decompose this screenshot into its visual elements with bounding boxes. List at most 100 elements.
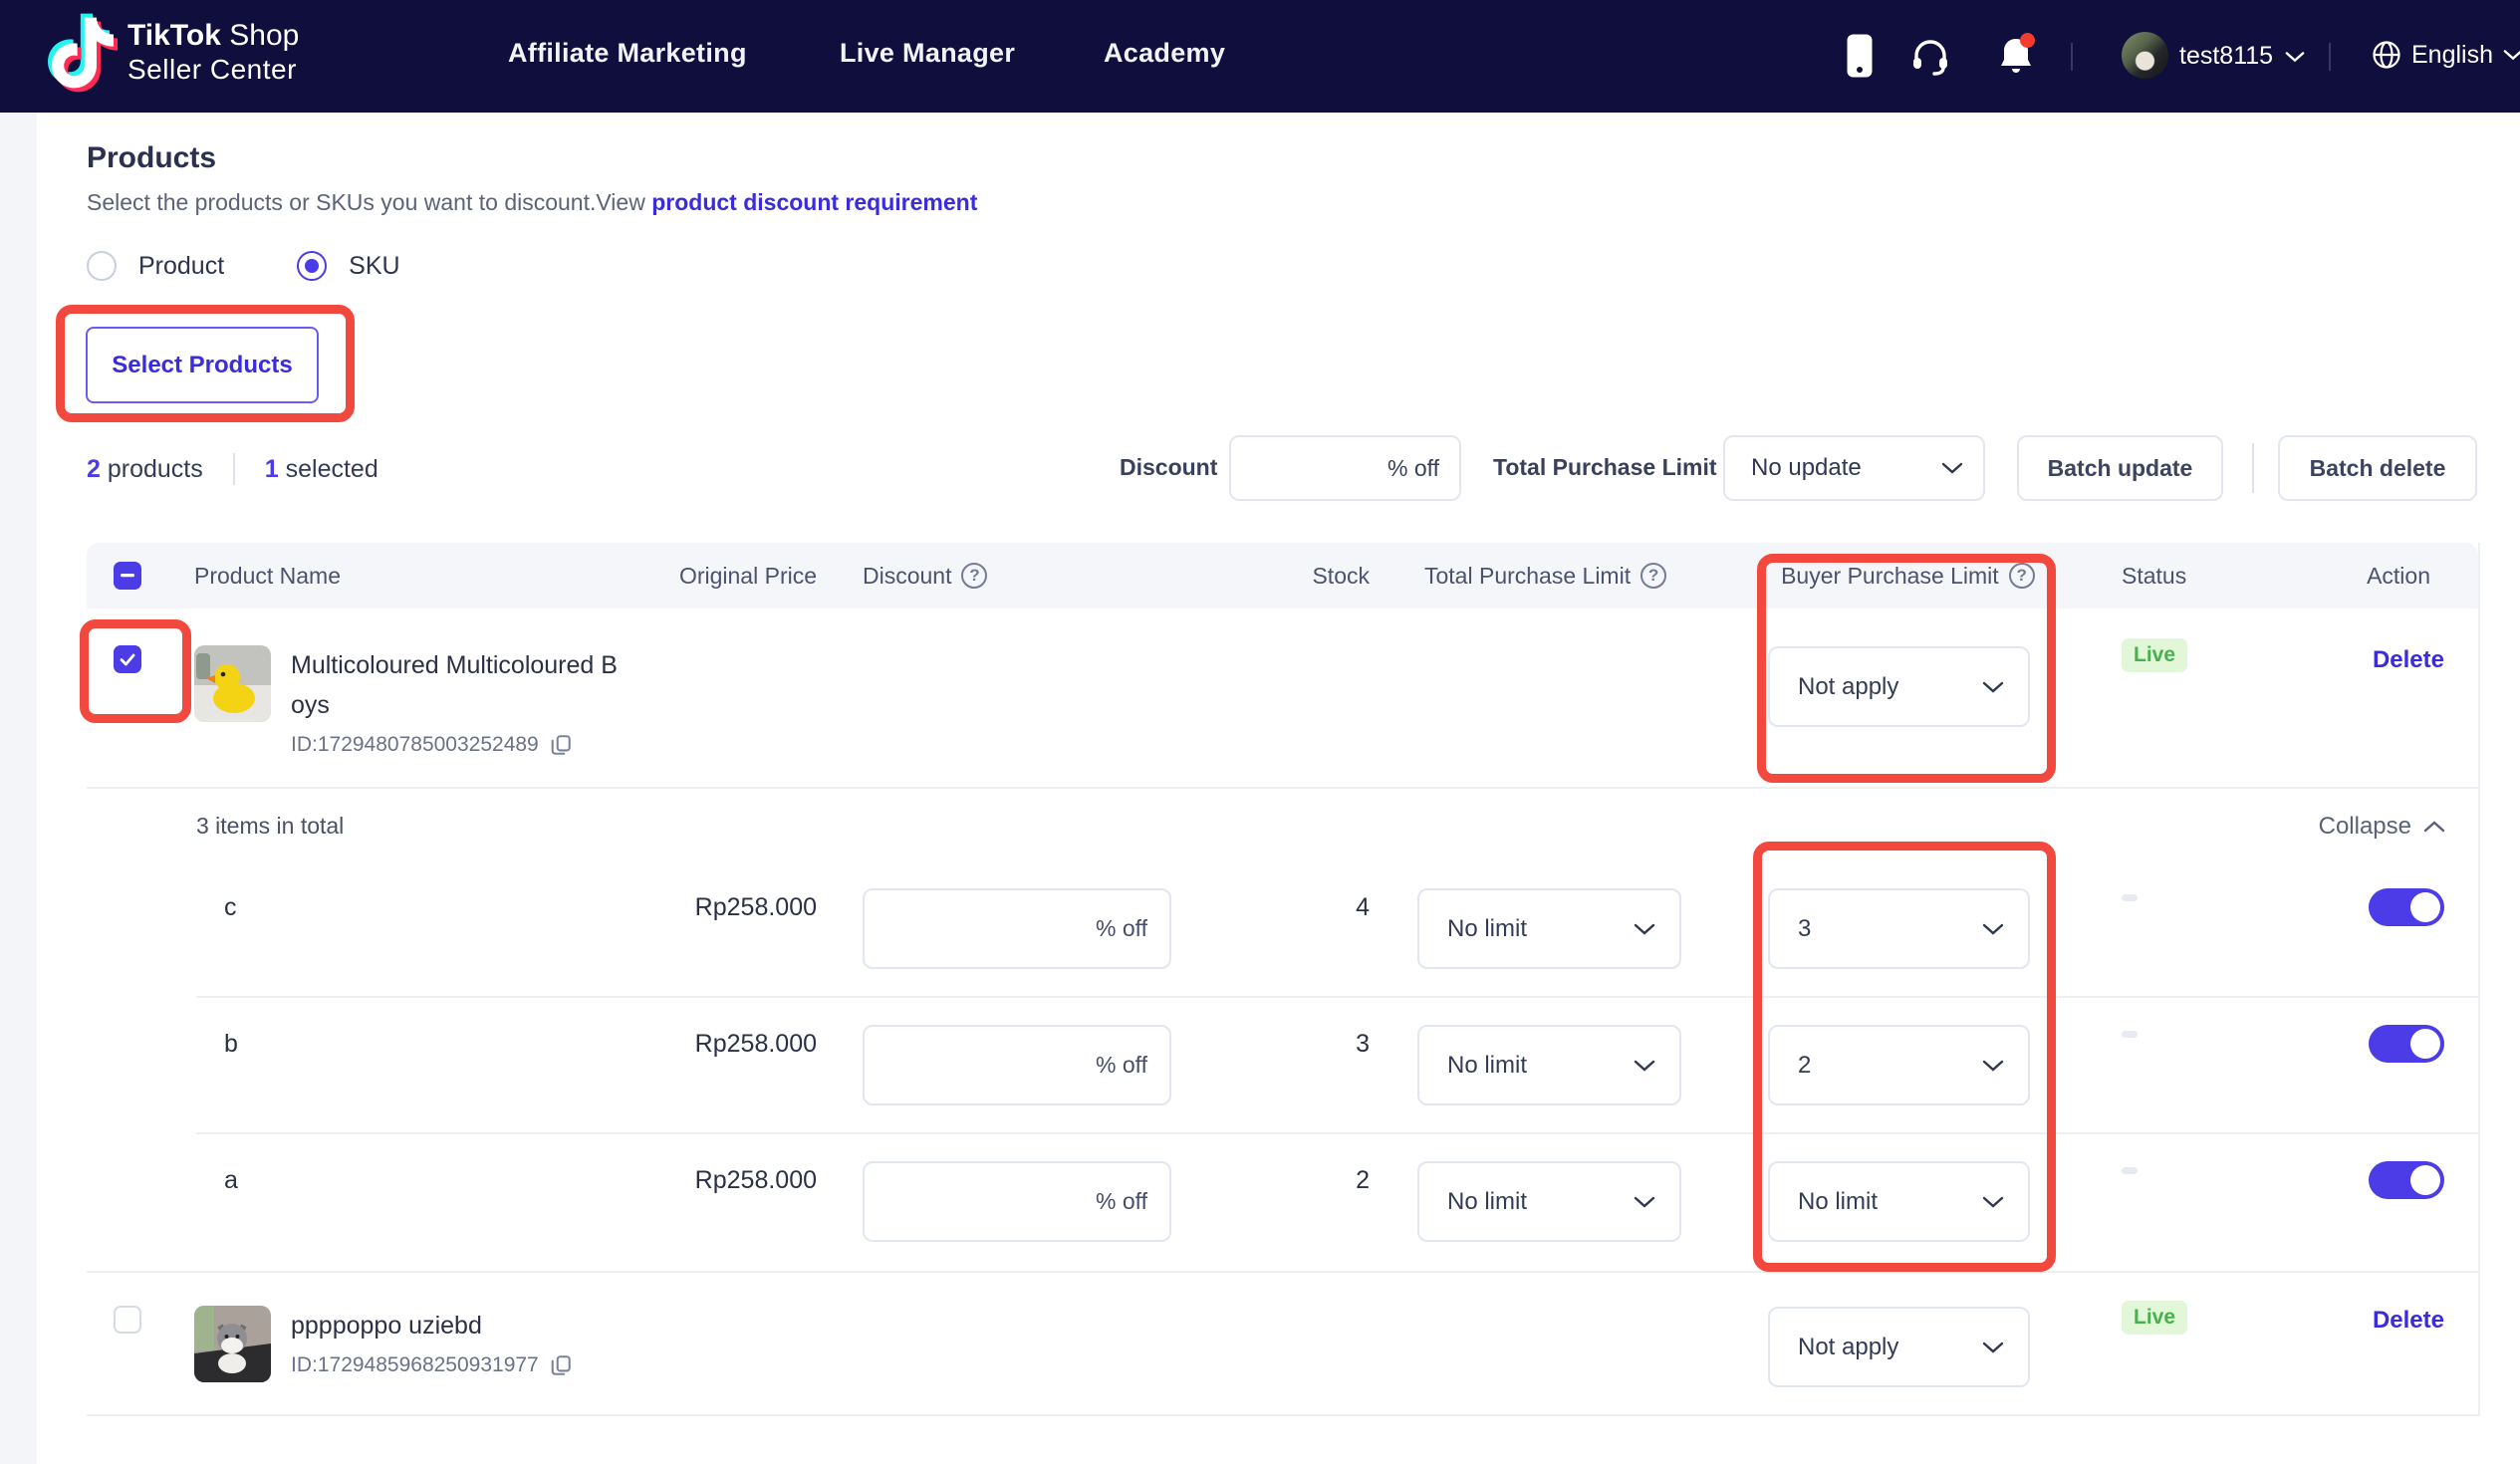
product-image-cat: [194, 1306, 271, 1382]
sku-row-c: c Rp258.000 % off 4 No limit 3: [87, 861, 2478, 998]
row2-delete-link[interactable]: Delete: [2373, 1307, 2444, 1334]
chevron-down-icon: [1941, 462, 1963, 474]
product-name: Multicoloured Multicoloured Boys: [291, 645, 626, 725]
col-discount: Discount: [863, 563, 951, 590]
row2-checkbox[interactable]: [114, 1306, 141, 1334]
col-buyer-purchase-limit: Buyer Purchase Limit: [1781, 563, 1999, 590]
sku-original-price: Rp258.000: [675, 861, 827, 922]
product-image-duck: [194, 645, 271, 722]
page-title: Products: [87, 141, 216, 175]
headset-icon[interactable]: [1907, 33, 1953, 79]
col-original-price: Original Price: [675, 563, 827, 590]
mobile-device-icon[interactable]: [1837, 33, 1883, 79]
tiktok-shop-logo[interactable]: TikTok Shop Seller Center: [52, 16, 299, 90]
total-purchase-limit-label: Total Purchase Limit: [1493, 454, 1717, 481]
row1-delete-link[interactable]: Delete: [2373, 646, 2444, 673]
select-all-checkbox[interactable]: [114, 562, 141, 590]
sku-b-enabled-toggle[interactable]: [2369, 1025, 2444, 1063]
sku-row-b: b Rp258.000 % off 3 No limit 2: [87, 998, 2478, 1134]
nav-academy[interactable]: Academy: [1104, 38, 1225, 69]
sku-b-buyer-limit-select[interactable]: 2: [1768, 1025, 2030, 1105]
nav-live-manager[interactable]: Live Manager: [840, 38, 1015, 69]
sku-name: b: [87, 998, 675, 1059]
status-badge: Live: [2122, 1301, 2187, 1335]
chevron-down-icon: [1982, 923, 2004, 935]
total-purchase-limit-help-icon[interactable]: ?: [1640, 563, 1666, 589]
sku-original-price: Rp258.000: [675, 1134, 827, 1195]
col-product-name: Product Name: [194, 563, 675, 590]
product-discount-requirement-link[interactable]: product discount requirement: [651, 189, 977, 215]
product-sku-radio-group: Product SKU: [87, 251, 400, 281]
chevron-down-icon: [1982, 1060, 2004, 1072]
copy-icon[interactable]: [549, 1353, 573, 1377]
radio-product-label[interactable]: Product: [138, 252, 224, 281]
product-id: ID:1729485968250931977: [291, 1353, 539, 1377]
chevron-down-icon: [1982, 1342, 2004, 1353]
table-row-product-1: Multicoloured Multicoloured Boys ID:1729…: [87, 609, 2478, 789]
collapse-toggle[interactable]: Collapse: [2319, 813, 2445, 841]
row1-buyer-limit-select[interactable]: Not apply: [1768, 646, 2030, 727]
top-navigation-bar: TikTok Shop Seller Center Affiliate Mark…: [0, 0, 2520, 113]
chevron-down-icon: [1982, 1196, 2004, 1208]
sku-b-discount-input[interactable]: % off: [863, 1025, 1171, 1105]
radio-sku-label[interactable]: SKU: [349, 252, 399, 281]
radio-sku[interactable]: [297, 251, 327, 281]
language-selector[interactable]: English: [2372, 40, 2520, 70]
products-table: Product Name Original Price Discount? St…: [87, 543, 2480, 1416]
sku-c-total-limit-select[interactable]: No limit: [1417, 888, 1681, 969]
chevron-down-icon: [2503, 49, 2520, 61]
chevron-down-icon: [2285, 51, 2305, 63]
radio-product[interactable]: [87, 251, 117, 281]
globe-icon: [2372, 40, 2401, 70]
total-purchase-limit-select[interactable]: No update: [1723, 435, 1985, 501]
col-status: Status: [2092, 563, 2311, 590]
chevron-down-icon: [1634, 1060, 1655, 1072]
sku-stock: 2: [1225, 1134, 1380, 1195]
status-badge: Live: [2122, 638, 2187, 672]
tiktok-note-icon: [52, 16, 114, 90]
product-name: ppppoppo uziebd: [291, 1306, 709, 1345]
discount-label: Discount: [1120, 454, 1217, 481]
status-placeholder-dash: [2122, 894, 2138, 901]
chevron-down-icon: [1634, 1196, 1655, 1208]
sku-a-discount-input[interactable]: % off: [863, 1161, 1171, 1242]
table-header-row: Product Name Original Price Discount? St…: [87, 543, 2478, 609]
sku-a-enabled-toggle[interactable]: [2369, 1161, 2444, 1199]
bell-icon[interactable]: [1993, 33, 2039, 79]
sku-c-buyer-limit-select[interactable]: 3: [1768, 888, 2030, 969]
sku-name: a: [87, 1134, 675, 1195]
col-stock: Stock: [1225, 563, 1380, 590]
sku-stock: 3: [1225, 998, 1380, 1059]
sku-c-discount-input[interactable]: % off: [863, 888, 1171, 969]
items-total-label: 3 items in total: [87, 789, 344, 861]
status-placeholder-dash: [2122, 1031, 2138, 1038]
sku-original-price: Rp258.000: [675, 998, 827, 1059]
batch-discount-input[interactable]: % off: [1229, 435, 1461, 501]
sku-c-enabled-toggle[interactable]: [2369, 888, 2444, 926]
logo-brand: TikTok: [127, 19, 221, 52]
select-products-button[interactable]: Select Products: [86, 327, 319, 403]
user-menu[interactable]: test8115: [2179, 42, 2305, 71]
row2-buyer-limit-select[interactable]: Not apply: [1768, 1307, 2030, 1387]
sku-b-total-limit-select[interactable]: No limit: [1417, 1025, 1681, 1105]
batch-delete-button[interactable]: Batch delete: [2278, 435, 2477, 501]
table-row-product-2: ppppoppo uziebd ID:1729485968250931977 N…: [87, 1271, 2478, 1414]
sku-section-header: 3 items in total Collapse: [87, 789, 2478, 861]
nav-affiliate-marketing[interactable]: Affiliate Marketing: [508, 38, 747, 69]
sku-a-total-limit-select[interactable]: No limit: [1417, 1161, 1681, 1242]
row1-checkbox[interactable]: [114, 645, 141, 673]
chevron-down-icon: [1982, 681, 2004, 693]
chevron-up-icon: [2423, 821, 2445, 833]
discount-help-icon[interactable]: ?: [961, 563, 987, 589]
logo-text: TikTok Shop Seller Center: [127, 19, 299, 87]
chevron-down-icon: [1634, 923, 1655, 935]
avatar[interactable]: [2122, 32, 2168, 79]
copy-icon[interactable]: [549, 733, 573, 757]
buyer-purchase-limit-help-icon[interactable]: ?: [2009, 563, 2035, 589]
batch-update-button[interactable]: Batch update: [2017, 435, 2223, 501]
page-subtitle: Select the products or SKUs you want to …: [87, 189, 977, 216]
sku-stock: 4: [1225, 861, 1380, 922]
sku-a-buyer-limit-select[interactable]: No limit: [1768, 1161, 2030, 1242]
product-id: ID:1729480785003252489: [291, 733, 539, 757]
sku-name: c: [87, 861, 675, 922]
